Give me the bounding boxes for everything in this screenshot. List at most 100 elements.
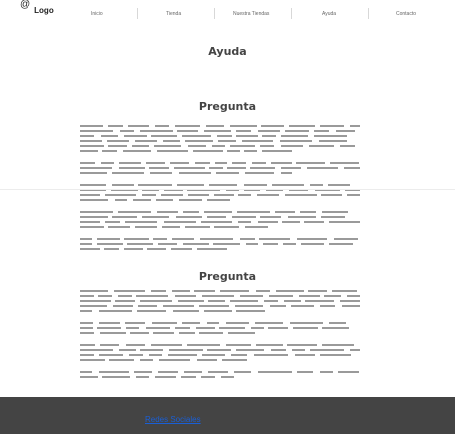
placeholder-word [119,130,135,132]
placeholder-word [162,305,194,307]
placeholder-word [136,295,169,297]
placeholder-word [177,130,199,132]
placeholder-word [221,359,248,361]
placeholder-word [213,243,240,245]
nav-ayuda[interactable]: Ayuda [322,11,336,17]
placeholder-word [203,310,232,312]
placeholder-word [185,226,210,228]
placeholder-word [97,238,120,240]
placeholder-word [258,221,278,223]
placeholder-word [215,172,239,174]
placeholder-word [262,150,292,152]
placeholder-word [279,140,313,142]
divider [0,189,455,190]
placeholder-word [270,349,286,351]
placeholder-word [214,194,234,196]
placeholder-word [139,300,172,302]
placeholder-word [145,327,170,329]
placeholder-word [181,135,211,137]
placeholder-text-line [80,172,360,177]
placeholder-word [159,359,191,361]
placeholder-word [145,162,166,164]
placeholder-word [294,354,316,356]
placeholder-word [204,130,231,132]
placeholder-word [124,322,146,324]
placeholder-word [149,354,163,356]
placeholder-word [242,140,273,142]
placeholder-word [207,349,232,351]
nav-tienda[interactable]: Tienda [166,11,181,17]
placeholder-word [346,295,360,297]
placeholder-word [296,162,326,164]
placeholder-word [320,305,336,307]
placeholder-word [80,332,94,334]
placeholder-word [225,344,252,346]
placeholder-word [206,199,231,201]
placeholder-word [255,322,284,324]
placeholder-word [104,194,137,196]
placeholder-word [212,145,225,147]
placeholder-word [196,359,217,361]
placeholder-word [333,238,359,240]
placeholder-word [177,300,205,302]
placeholder-word [201,376,216,378]
placeholder-word [202,354,226,356]
placeholder-word [112,216,138,218]
placeholder-word [162,226,180,228]
placeholder-word [208,300,226,302]
placeholder-word [225,322,250,324]
placeholder-word [127,125,150,127]
nav-inicio[interactable]: Inicio [91,11,103,17]
placeholder-word [80,322,94,324]
placeholder-word [250,327,264,329]
placeholder-word [108,145,128,147]
placeholder-word [80,310,93,312]
placeholder-word [296,238,328,240]
placeholder-word [244,172,275,174]
placeholder-word [258,371,292,373]
placeholder-word [147,248,167,250]
placeholder-word [335,130,356,132]
placeholder-word [344,167,360,169]
placeholder-word [309,145,335,147]
placeholder-word [172,310,199,312]
placeholder-word [255,290,270,292]
placeholder-word [227,150,241,152]
placeholder-word [160,194,184,196]
nav-contacto[interactable]: Contacto [396,11,416,17]
placeholder-word [134,371,153,373]
placeholder-word [80,125,103,127]
placeholder-word [80,376,98,378]
placeholder-word [169,349,204,351]
placeholder-word [349,125,360,127]
placeholder-word [138,305,157,307]
placeholder-word [113,290,146,292]
placeholder-word [216,135,232,137]
placeholder-word [207,371,228,373]
placeholder-word [184,371,202,373]
placeholder-word [237,211,271,213]
logo[interactable]: @ Logo [20,0,54,15]
placeholder-word [284,194,317,196]
placeholder-word [150,172,173,174]
placeholder-word [112,184,135,186]
placeholder-word [141,216,170,218]
placeholder-word [101,150,118,152]
placeholder-word [151,344,183,346]
placeholder-word [118,162,142,164]
placeholder-word [129,354,143,356]
placeholder-word [199,238,233,240]
placeholder-word [313,130,330,132]
placeholder-word [251,162,266,164]
placeholder-word [319,354,351,356]
nav-nuestra-tiendas[interactable]: Nuestra Tiendas [233,11,269,17]
placeholder-word [108,125,123,127]
placeholder-word [321,194,342,196]
placeholder-word [269,305,286,307]
at-sign-icon: @ [20,0,31,10]
placeholder-word [231,354,248,356]
placeholder-word [80,300,112,302]
social-links-link[interactable]: Redes Sociales [145,415,201,424]
placeholder-text-line [80,248,360,253]
nav-divider [368,8,369,19]
